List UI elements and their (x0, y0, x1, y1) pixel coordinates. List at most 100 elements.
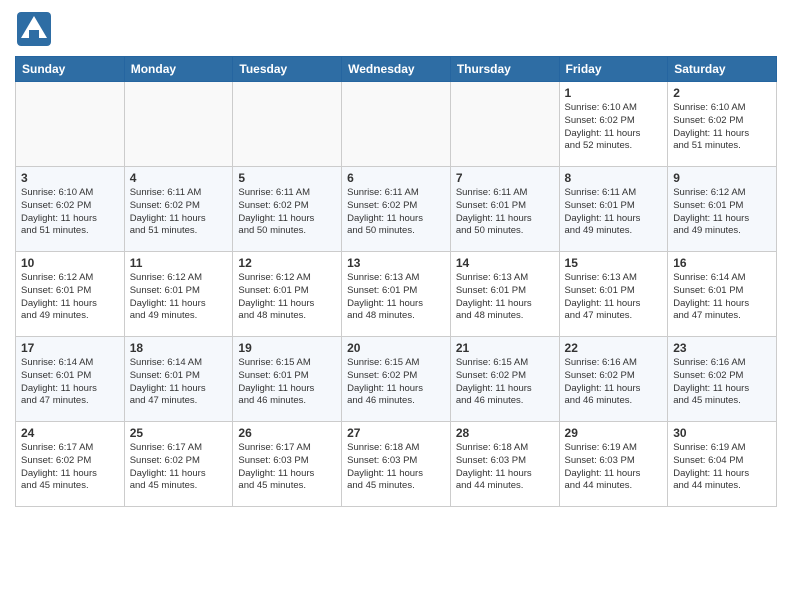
day-info: Sunrise: 6:11 AM Sunset: 6:01 PM Dayligh… (565, 187, 663, 238)
calendar-cell: 8 Sunrise: 6:11 AM Sunset: 6:01 PM Daylig… (559, 167, 668, 252)
day-info: Sunrise: 6:15 AM Sunset: 6:02 PM Dayligh… (347, 357, 445, 408)
calendar-cell: 22 Sunrise: 6:16 AM Sunset: 6:02 PM Dayli… (559, 337, 668, 422)
day-info: Sunrise: 6:10 AM Sunset: 6:02 PM Dayligh… (21, 187, 119, 238)
calendar-day-header: Tuesday (233, 57, 342, 82)
day-info: Sunrise: 6:12 AM Sunset: 6:01 PM Dayligh… (130, 272, 228, 323)
calendar-cell: 3 Sunrise: 6:10 AM Sunset: 6:02 PM Daylig… (16, 167, 125, 252)
calendar-day-header: Thursday (450, 57, 559, 82)
day-info: Sunrise: 6:10 AM Sunset: 6:02 PM Dayligh… (565, 102, 663, 153)
day-number: 23 (673, 341, 771, 355)
calendar-cell: 28Sunrise: 6:18 AM Sunset: 6:03 PM Dayli… (450, 422, 559, 507)
day-info: Sunrise: 6:14 AM Sunset: 6:01 PM Dayligh… (21, 357, 119, 408)
calendar-cell: 4Sunrise: 6:11 AM Sunset: 6:02 PM Daylig… (124, 167, 233, 252)
calendar-cell: 9 Sunrise: 6:12 AM Sunset: 6:01 PM Daylig… (668, 167, 777, 252)
calendar-day-header: Sunday (16, 57, 125, 82)
calendar-cell (450, 82, 559, 167)
calendar-cell (16, 82, 125, 167)
calendar-cell: 12 Sunrise: 6:12 AM Sunset: 6:01 PM Dayli… (233, 252, 342, 337)
day-number: 26 (238, 426, 336, 440)
day-number: 1 (565, 86, 663, 100)
calendar-day-header: Friday (559, 57, 668, 82)
day-number: 15 (565, 256, 663, 270)
day-info: Sunrise: 6:11 AM Sunset: 6:02 PM Dayligh… (130, 187, 228, 238)
calendar-header-row: SundayMondayTuesdayWednesdayThursdayFrid… (16, 57, 777, 82)
calendar-cell: 2 Sunrise: 6:10 AM Sunset: 6:02 PM Daylig… (668, 82, 777, 167)
day-number: 11 (130, 256, 228, 270)
day-info: Sunrise: 6:17 AM Sunset: 6:02 PM Dayligh… (130, 442, 228, 493)
day-info: Sunrise: 6:17 AM Sunset: 6:02 PM Dayligh… (21, 442, 119, 493)
page: SundayMondayTuesdayWednesdayThursdayFrid… (0, 0, 792, 612)
day-number: 19 (238, 341, 336, 355)
calendar-day-header: Wednesday (342, 57, 451, 82)
day-number: 28 (456, 426, 554, 440)
calendar-cell: 19 Sunrise: 6:15 AM Sunset: 6:01 PM Dayli… (233, 337, 342, 422)
calendar-cell: 20 Sunrise: 6:15 AM Sunset: 6:02 PM Dayli… (342, 337, 451, 422)
day-info: Sunrise: 6:15 AM Sunset: 6:02 PM Dayligh… (456, 357, 554, 408)
day-info: Sunrise: 6:16 AM Sunset: 6:02 PM Dayligh… (565, 357, 663, 408)
logo (15, 10, 57, 48)
day-info: Sunrise: 6:13 AM Sunset: 6:01 PM Dayligh… (565, 272, 663, 323)
day-info: Sunrise: 6:16 AM Sunset: 6:02 PM Dayligh… (673, 357, 771, 408)
day-number: 18 (130, 341, 228, 355)
day-number: 24 (21, 426, 119, 440)
calendar-cell: 24 Sunrise: 6:17 AM Sunset: 6:02 PM Dayli… (16, 422, 125, 507)
day-info: Sunrise: 6:11 AM Sunset: 6:02 PM Dayligh… (238, 187, 336, 238)
calendar-cell: 6Sunrise: 6:11 AM Sunset: 6:02 PM Daylig… (342, 167, 451, 252)
calendar-cell: 25 Sunrise: 6:17 AM Sunset: 6:02 PM Dayli… (124, 422, 233, 507)
day-info: Sunrise: 6:19 AM Sunset: 6:04 PM Dayligh… (673, 442, 771, 493)
header (15, 10, 777, 48)
calendar-cell: 15 Sunrise: 6:13 AM Sunset: 6:01 PM Dayli… (559, 252, 668, 337)
calendar-cell: 29 Sunrise: 6:19 AM Sunset: 6:03 PM Dayli… (559, 422, 668, 507)
day-number: 21 (456, 341, 554, 355)
day-info: Sunrise: 6:11 AM Sunset: 6:02 PM Dayligh… (347, 187, 445, 238)
day-number: 13 (347, 256, 445, 270)
day-number: 27 (347, 426, 445, 440)
day-number: 16 (673, 256, 771, 270)
day-info: Sunrise: 6:12 AM Sunset: 6:01 PM Dayligh… (673, 187, 771, 238)
calendar-cell: 1 Sunrise: 6:10 AM Sunset: 6:02 PM Daylig… (559, 82, 668, 167)
calendar-cell: 5 Sunrise: 6:11 AM Sunset: 6:02 PM Daylig… (233, 167, 342, 252)
day-number: 2 (673, 86, 771, 100)
logo-icon (15, 10, 53, 48)
calendar-cell: 14Sunrise: 6:13 AM Sunset: 6:01 PM Dayli… (450, 252, 559, 337)
calendar-cell (124, 82, 233, 167)
day-number: 20 (347, 341, 445, 355)
day-info: Sunrise: 6:10 AM Sunset: 6:02 PM Dayligh… (673, 102, 771, 153)
calendar-cell: 23 Sunrise: 6:16 AM Sunset: 6:02 PM Dayli… (668, 337, 777, 422)
calendar-cell: 7 Sunrise: 6:11 AM Sunset: 6:01 PM Daylig… (450, 167, 559, 252)
day-number: 7 (456, 171, 554, 185)
day-number: 29 (565, 426, 663, 440)
day-number: 3 (21, 171, 119, 185)
day-info: Sunrise: 6:18 AM Sunset: 6:03 PM Dayligh… (347, 442, 445, 493)
day-info: Sunrise: 6:13 AM Sunset: 6:01 PM Dayligh… (456, 272, 554, 323)
day-info: Sunrise: 6:17 AM Sunset: 6:03 PM Dayligh… (238, 442, 336, 493)
calendar-cell: 21 Sunrise: 6:15 AM Sunset: 6:02 PM Dayli… (450, 337, 559, 422)
day-number: 25 (130, 426, 228, 440)
calendar-week-row: 24 Sunrise: 6:17 AM Sunset: 6:02 PM Dayli… (16, 422, 777, 507)
calendar-week-row: 17 Sunrise: 6:14 AM Sunset: 6:01 PM Dayli… (16, 337, 777, 422)
day-number: 17 (21, 341, 119, 355)
calendar-cell: 11 Sunrise: 6:12 AM Sunset: 6:01 PM Dayli… (124, 252, 233, 337)
day-number: 5 (238, 171, 336, 185)
day-info: Sunrise: 6:19 AM Sunset: 6:03 PM Dayligh… (565, 442, 663, 493)
day-info: Sunrise: 6:12 AM Sunset: 6:01 PM Dayligh… (238, 272, 336, 323)
day-number: 22 (565, 341, 663, 355)
calendar-cell: 30 Sunrise: 6:19 AM Sunset: 6:04 PM Dayli… (668, 422, 777, 507)
day-number: 30 (673, 426, 771, 440)
calendar-day-header: Monday (124, 57, 233, 82)
calendar-cell: 16 Sunrise: 6:14 AM Sunset: 6:01 PM Dayli… (668, 252, 777, 337)
day-number: 9 (673, 171, 771, 185)
calendar-cell: 26 Sunrise: 6:17 AM Sunset: 6:03 PM Dayli… (233, 422, 342, 507)
day-info: Sunrise: 6:14 AM Sunset: 6:01 PM Dayligh… (673, 272, 771, 323)
day-info: Sunrise: 6:15 AM Sunset: 6:01 PM Dayligh… (238, 357, 336, 408)
day-info: Sunrise: 6:11 AM Sunset: 6:01 PM Dayligh… (456, 187, 554, 238)
calendar-cell: 18Sunrise: 6:14 AM Sunset: 6:01 PM Dayli… (124, 337, 233, 422)
day-number: 12 (238, 256, 336, 270)
calendar-cell (233, 82, 342, 167)
calendar-week-row: 1 Sunrise: 6:10 AM Sunset: 6:02 PM Daylig… (16, 82, 777, 167)
calendar-week-row: 10Sunrise: 6:12 AM Sunset: 6:01 PM Dayli… (16, 252, 777, 337)
day-number: 8 (565, 171, 663, 185)
calendar-week-row: 3 Sunrise: 6:10 AM Sunset: 6:02 PM Daylig… (16, 167, 777, 252)
calendar-cell (342, 82, 451, 167)
calendar-cell: 27 Sunrise: 6:18 AM Sunset: 6:03 PM Dayli… (342, 422, 451, 507)
